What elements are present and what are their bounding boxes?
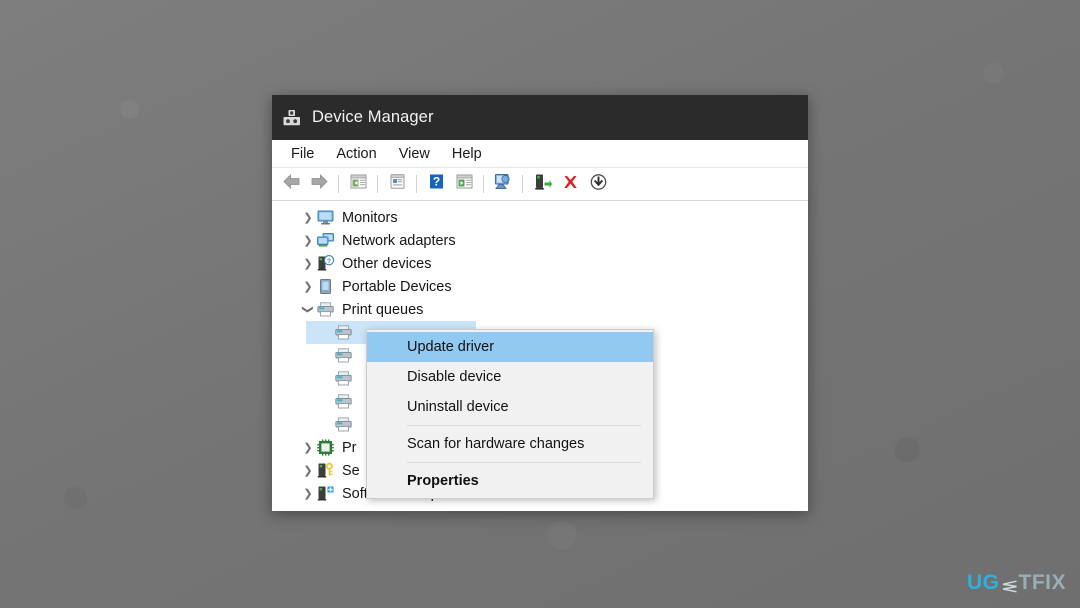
menu-file[interactable]: File: [280, 143, 325, 165]
svg-text:?: ?: [432, 175, 439, 189]
chevron-down-icon[interactable]: ❯: [302, 302, 315, 318]
printer-icon: [334, 393, 353, 410]
tree-item-label: Pr: [342, 439, 357, 456]
tree-item-label: Monitors: [342, 209, 398, 226]
toolbar: ?: [272, 168, 808, 201]
chevron-right-icon[interactable]: ❯: [300, 211, 316, 224]
tree-item-label: Se: [342, 462, 360, 479]
ctx-disable-device[interactable]: Disable device: [367, 362, 653, 392]
tree-item-network-adapters[interactable]: ❯ Network adapters: [272, 229, 808, 252]
properties-icon: [388, 173, 407, 195]
chevron-right-icon[interactable]: ❯: [300, 464, 316, 477]
ctx-item-label: Properties: [407, 473, 479, 489]
help-icon: ?: [427, 173, 446, 195]
ctx-item-label: Disable device: [407, 369, 502, 385]
title-bar: Device Manager: [272, 95, 808, 140]
ctx-item-label: Uninstall device: [407, 399, 509, 415]
desktop-background: Device Manager File Action View Help ? ❯…: [0, 0, 1080, 608]
portable-device-icon: [316, 278, 335, 295]
toolbar-separator: [416, 175, 417, 193]
chevron-right-icon[interactable]: ❯: [300, 280, 316, 293]
svg-text:?: ?: [327, 258, 331, 265]
tree-item-print-queues[interactable]: ❯ Print queues: [272, 298, 808, 321]
printer-icon: [334, 416, 353, 433]
ctx-item-label: Scan for hardware changes: [407, 436, 585, 452]
tree-item-portable-devices[interactable]: ❯ Portable Devices: [272, 275, 808, 298]
forward-icon: [310, 173, 329, 195]
printer-icon: [334, 324, 353, 341]
watermark-e-glyph-icon: [1001, 576, 1018, 593]
console-tree-icon: [349, 173, 368, 195]
tree-item-label: Network adapters: [342, 232, 456, 249]
update-driver-button[interactable]: [529, 172, 555, 196]
network-adapter-icon: [316, 232, 335, 249]
menu-action[interactable]: Action: [325, 143, 387, 165]
action-pane-icon: [455, 173, 474, 195]
toolbar-separator: [522, 175, 523, 193]
chevron-right-icon[interactable]: ❯: [300, 234, 316, 247]
watermark-text-left: UG: [967, 571, 1000, 594]
uninstall-device-button[interactable]: [557, 172, 583, 196]
ctx-update-driver[interactable]: Update driver: [367, 332, 653, 362]
watermark-text-right: TFIX: [1018, 571, 1066, 594]
security-device-icon: [316, 462, 335, 479]
toolbar-separator: [338, 175, 339, 193]
menu-view[interactable]: View: [388, 143, 441, 165]
uninstall-icon: [561, 173, 580, 196]
chevron-right-icon[interactable]: ❯: [300, 441, 316, 454]
tree-item-monitors[interactable]: ❯ Monitors: [272, 206, 808, 229]
scan-for-hardware-changes-button[interactable]: [490, 172, 516, 196]
show-hide-action-pane-button[interactable]: [451, 172, 477, 196]
context-menu-separator: [407, 425, 641, 426]
back-button[interactable]: [278, 172, 304, 196]
chevron-right-icon[interactable]: ❯: [300, 487, 316, 500]
other-device-icon: ?: [316, 255, 335, 272]
menu-bar: File Action View Help: [272, 140, 808, 168]
tree-item-label: Portable Devices: [342, 278, 452, 295]
ctx-item-label: Update driver: [407, 339, 495, 355]
print-queue-icon: [316, 301, 335, 318]
tree-item-label: Print queues: [342, 301, 424, 318]
device-manager-icon: [282, 109, 302, 127]
help-button[interactable]: ?: [423, 172, 449, 196]
tree-item-label: Other devices: [342, 255, 432, 272]
context-menu[interactable]: Update driver Disable device Uninstall d…: [366, 329, 654, 499]
ctx-properties[interactable]: Properties: [367, 466, 653, 496]
back-icon: [282, 173, 301, 195]
monitor-icon: [316, 209, 335, 226]
ctx-uninstall-device[interactable]: Uninstall device: [367, 392, 653, 422]
processor-icon: [316, 439, 335, 456]
tree-item-other-devices[interactable]: ❯ ? Other devices: [272, 252, 808, 275]
menu-help[interactable]: Help: [441, 143, 493, 165]
printer-icon: [334, 347, 353, 364]
properties-button[interactable]: [384, 172, 410, 196]
toolbar-separator: [483, 175, 484, 193]
ugetfix-watermark: UG TFIX: [967, 571, 1066, 595]
context-menu-separator: [407, 462, 641, 463]
software-component-icon: [316, 485, 335, 502]
toolbar-separator: [377, 175, 378, 193]
show-hide-console-tree-button[interactable]: [345, 172, 371, 196]
window-title: Device Manager: [312, 108, 434, 126]
disable-icon: [589, 173, 608, 196]
printer-icon: [334, 370, 353, 387]
ctx-scan-hardware-changes[interactable]: Scan for hardware changes: [367, 429, 653, 459]
scan-icon: [493, 173, 514, 196]
disable-device-button[interactable]: [585, 172, 611, 196]
chevron-right-icon[interactable]: ❯: [300, 257, 316, 270]
forward-button[interactable]: [306, 172, 332, 196]
update-driver-icon: [533, 173, 552, 196]
